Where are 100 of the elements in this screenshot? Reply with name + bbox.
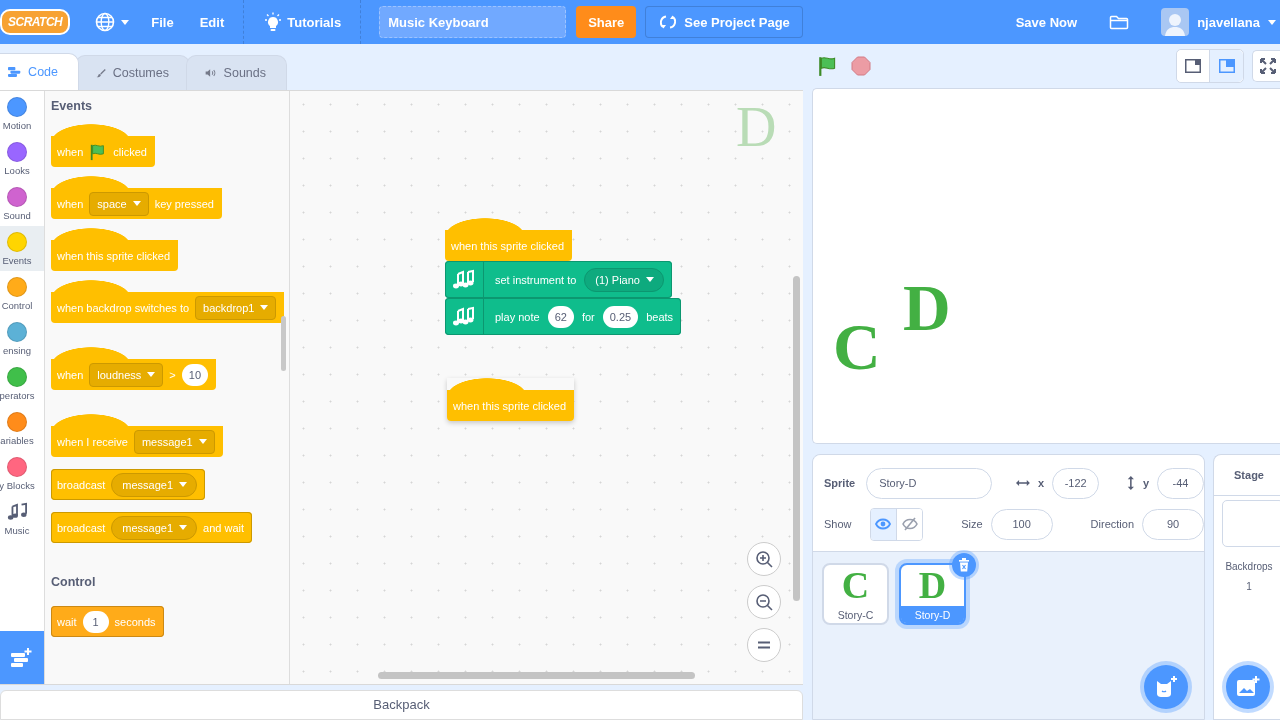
category-item[interactable]: Sound	[0, 181, 44, 226]
hat-block[interactable]: when this sprite clicked	[447, 378, 575, 421]
delete-button[interactable]	[952, 553, 976, 577]
block-dropdown[interactable]: message1	[111, 472, 198, 497]
stack-block[interactable]: broadcast message1	[51, 469, 206, 500]
sprite-thumbnail: D	[918, 566, 947, 606]
block-text: >	[169, 368, 176, 381]
category-item[interactable]: ensing	[0, 316, 44, 361]
category-item[interactable]: Control	[0, 271, 44, 316]
block-text: set instrument to	[495, 273, 577, 286]
scratch-logo[interactable]: SCRATCH	[0, 9, 71, 35]
category-item[interactable]: Looks	[0, 136, 44, 181]
account-menu[interactable]: njavellana	[1152, 0, 1280, 44]
add-extension-button[interactable]	[0, 631, 44, 684]
show-button[interactable]	[870, 508, 897, 540]
number-input[interactable]: 1	[82, 610, 109, 633]
hat-block[interactable]: when backdrop switches to backdrop1	[51, 280, 285, 323]
category-item[interactable]: Music	[0, 496, 44, 541]
hat-block[interactable]: when clicked	[51, 124, 155, 167]
caret-icon	[260, 305, 269, 310]
stack-block[interactable]: wait 1 seconds	[51, 606, 164, 637]
stack-block[interactable]: set instrument to (1) Piano	[445, 261, 672, 298]
eye-icon	[875, 518, 892, 530]
fullscreen-icon	[1259, 58, 1276, 74]
add-sprite-button[interactable]	[1144, 665, 1188, 709]
block-text: broadcast	[57, 478, 106, 491]
category-item[interactable]: Events	[0, 226, 44, 271]
block-dropdown[interactable]: message1	[111, 515, 198, 540]
category-item[interactable]: perators	[0, 361, 44, 406]
caret-icon	[1268, 19, 1276, 25]
block-dropdown[interactable]: backdrop1	[195, 295, 277, 320]
caret-icon	[179, 482, 188, 487]
block-text: key pressed	[154, 197, 214, 210]
stop-button[interactable]	[849, 54, 873, 78]
share-button[interactable]: Share	[576, 6, 637, 38]
menu-item[interactable]: Edit	[186, 0, 238, 44]
hat-block[interactable]: when this sprite clicked	[445, 218, 573, 261]
category-item[interactable]: Motion	[0, 91, 44, 136]
hide-button[interactable]	[896, 508, 923, 540]
zoom-in-icon	[755, 550, 773, 568]
save-now-button[interactable]: Save Now	[1002, 0, 1091, 44]
hat-block[interactable]: when loudness > 10	[51, 347, 217, 390]
block-text: wait	[57, 615, 77, 628]
stack-block[interactable]: play note 62 for 0.25 beats	[445, 298, 682, 335]
tab[interactable]: Sounds	[186, 55, 287, 90]
vertical-arrows-icon	[1127, 474, 1135, 492]
y-field[interactable]: -44	[1157, 467, 1204, 499]
block-text: when this sprite clicked	[451, 239, 565, 252]
hat-block[interactable]: when this sprite clicked	[51, 228, 179, 271]
backpack-bar[interactable]: Backpack	[0, 690, 803, 720]
category-item[interactable]: y Blocks	[0, 451, 44, 496]
block-text: when this sprite clicked	[453, 399, 567, 412]
number-input[interactable]: 62	[547, 305, 574, 328]
stage-sprite[interactable]: C	[833, 314, 881, 380]
block-text: broadcast	[57, 521, 106, 534]
caret-icon	[198, 439, 207, 444]
zoom-out-button[interactable]	[747, 585, 781, 619]
menu-item[interactable]: File	[138, 0, 187, 44]
tutorials-button[interactable]: Tutorials	[250, 0, 355, 44]
stage-title: Stage	[1214, 455, 1280, 496]
block-text: play note	[495, 310, 540, 323]
block-dropdown[interactable]: loudness	[89, 362, 164, 387]
block-text: when	[57, 368, 84, 381]
hat-block[interactable]: when I receive message1	[51, 414, 223, 457]
field-label: Sprite	[824, 477, 856, 489]
caret-icon	[121, 19, 130, 25]
fullscreen-button[interactable]	[1252, 50, 1280, 82]
block-dropdown[interactable]: space	[89, 191, 149, 216]
block-text: for	[581, 310, 595, 323]
large-stage-icon	[1218, 59, 1235, 73]
block-dropdown[interactable]: message1	[133, 429, 215, 454]
small-stage-button[interactable]	[1177, 50, 1210, 82]
sprite-name-field[interactable]: Story-D	[866, 467, 993, 499]
block-dropdown[interactable]: (1) Piano	[584, 267, 664, 292]
sprite-tile[interactable]: C Story-C	[822, 563, 889, 625]
section-title: Control	[51, 575, 97, 591]
number-input[interactable]: 10	[181, 363, 209, 386]
zoom-reset-button[interactable]	[747, 628, 781, 662]
tab[interactable]: Code	[0, 53, 79, 90]
scrollbar[interactable]	[793, 276, 800, 601]
backdrop-thumbnail[interactable]	[1222, 500, 1280, 547]
direction-field[interactable]: 90	[1142, 508, 1204, 540]
hat-block[interactable]: when space key pressed	[51, 176, 222, 219]
stop-icon	[851, 56, 871, 76]
category-item[interactable]: ariables	[0, 406, 44, 451]
add-backdrop-button[interactable]	[1226, 665, 1270, 709]
zoom-in-button[interactable]	[747, 542, 781, 576]
music-notes-icon	[451, 268, 475, 291]
number-input[interactable]: 0.25	[602, 305, 639, 328]
size-field[interactable]: 100	[990, 508, 1053, 540]
x-field[interactable]: -122	[1052, 467, 1100, 499]
scrollbar[interactable]	[378, 672, 695, 679]
project-title-field[interactable]: Music Keyboard	[379, 6, 567, 38]
sprite-tile[interactable]: D Story-D	[899, 563, 966, 625]
field-label: y	[1142, 477, 1149, 489]
stack-block[interactable]: broadcast message1 and wait	[51, 512, 253, 543]
scrollbar[interactable]	[281, 316, 286, 371]
see-project-page-button[interactable]: See Project Page	[645, 6, 803, 38]
stage-sprite[interactable]: D	[903, 275, 951, 341]
caret-icon	[147, 372, 156, 377]
